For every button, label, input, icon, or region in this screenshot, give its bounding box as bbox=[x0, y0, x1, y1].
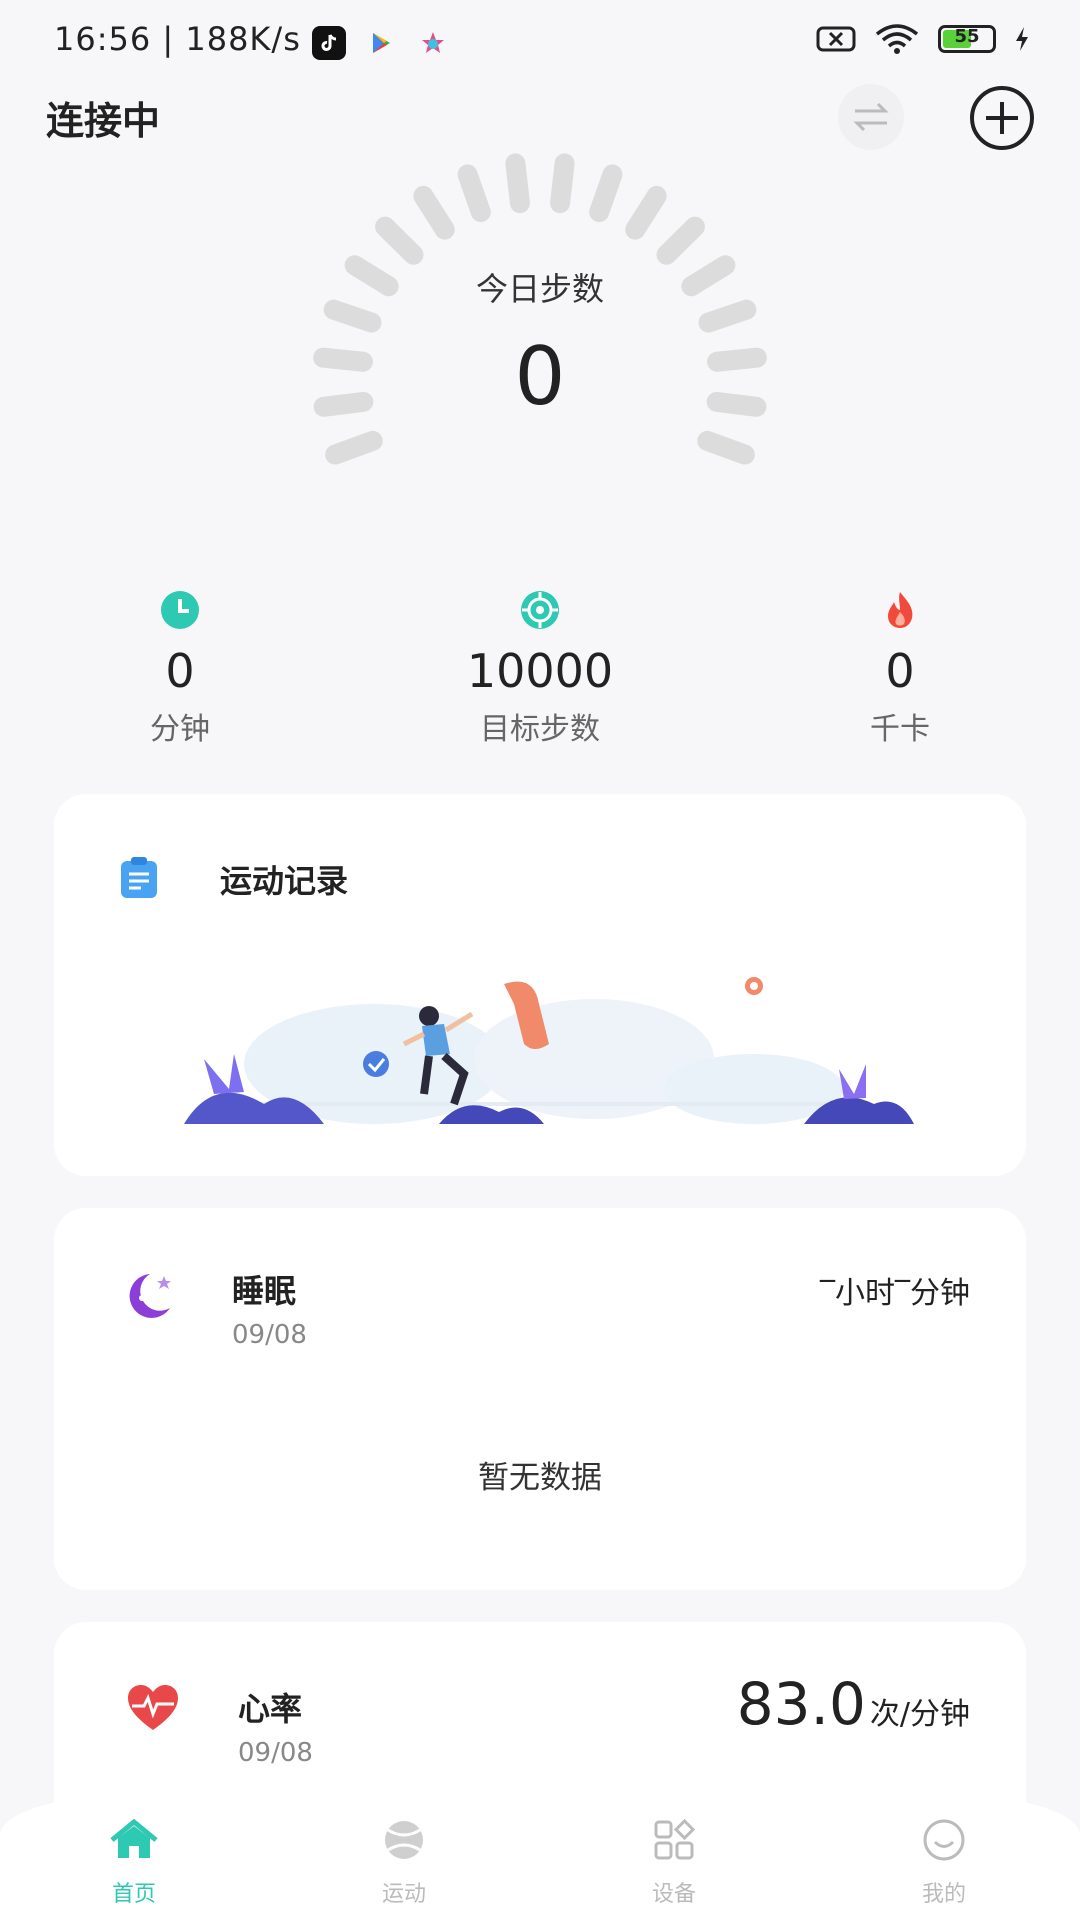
status-bar: 16:56 | 188K/s 55 bbox=[0, 0, 1080, 84]
gauge-tick bbox=[323, 299, 382, 333]
status-time: 16:56 | 188K/s bbox=[54, 20, 301, 58]
moon-icon bbox=[129, 1274, 171, 1318]
exercise-illustration bbox=[184, 977, 914, 1124]
gauge-tick bbox=[457, 164, 491, 223]
gauge-tick bbox=[375, 216, 424, 265]
ball-icon bbox=[385, 1821, 423, 1859]
flame-icon bbox=[888, 592, 913, 628]
swap-icon bbox=[853, 102, 889, 132]
play-store-icon bbox=[364, 26, 398, 60]
heart-rate-value: 83.0 bbox=[736, 1670, 866, 1738]
sleep-card[interactable]: 睡眠 09/08 ‾小时‾分钟 暂无数据 bbox=[54, 1208, 1026, 1590]
illustration-leaves-left bbox=[204, 1054, 244, 1094]
gauge-tick bbox=[625, 185, 667, 240]
sleep-date: 09/08 bbox=[232, 1320, 307, 1350]
heart-rate-reading: 83.0 次/分钟 bbox=[737, 1670, 970, 1738]
smile-icon bbox=[923, 1819, 965, 1861]
heart-rate-unit: 次/分钟 bbox=[869, 1697, 970, 1732]
steps-label: 今日步数 bbox=[475, 270, 604, 308]
gauge-tick bbox=[325, 430, 383, 465]
exercise-record-title: 运动记录 bbox=[220, 862, 349, 900]
illustration-pin-center bbox=[750, 982, 758, 990]
stat-calories: 0 千卡 bbox=[770, 590, 1030, 748]
bottom-tab-bar: 首页 运动 设备 我的 bbox=[0, 1796, 1080, 1920]
tab-device[interactable]: 设备 bbox=[594, 1818, 754, 1908]
add-device-button[interactable] bbox=[968, 84, 1036, 152]
tab-sport[interactable]: 运动 bbox=[324, 1818, 484, 1908]
connection-status-title: 连接中 bbox=[46, 99, 161, 143]
battery-icon: 55 bbox=[938, 25, 996, 53]
gauge-tick bbox=[413, 185, 455, 240]
clipboard-icon bbox=[121, 857, 157, 898]
exercise-record-card[interactable]: 运动记录 bbox=[54, 794, 1026, 1176]
tab-home[interactable]: 首页 bbox=[54, 1818, 214, 1908]
illustration-ground bbox=[214, 1102, 864, 1106]
system-icons: 55 bbox=[816, 24, 1030, 54]
stat-goal-steps: 10000 目标步数 bbox=[410, 590, 670, 748]
illustration-person-head bbox=[419, 1006, 439, 1026]
gauge-tick bbox=[656, 216, 705, 265]
gauge-tick bbox=[505, 153, 530, 214]
grid-icon bbox=[654, 1818, 696, 1860]
notification-icons bbox=[312, 26, 450, 60]
tab-profile[interactable]: 我的 bbox=[864, 1818, 1024, 1908]
illustration-check-badge bbox=[363, 1051, 389, 1077]
no-sim-icon bbox=[816, 26, 856, 52]
clock-icon bbox=[161, 591, 199, 629]
heart-rate-date: 09/08 bbox=[238, 1738, 313, 1768]
switch-device-button[interactable] bbox=[838, 84, 904, 150]
heart-rate-title: 心率 bbox=[238, 1690, 303, 1728]
sleep-empty-message: 暂无数据 bbox=[478, 1460, 602, 1496]
sleep-duration: ‾小时‾分钟 bbox=[820, 1276, 970, 1311]
tiktok-icon bbox=[312, 26, 346, 60]
home-icon bbox=[110, 1818, 158, 1858]
wifi-icon bbox=[875, 24, 919, 54]
charging-icon bbox=[1016, 27, 1028, 51]
gauge-tick bbox=[589, 164, 623, 223]
stats-row: 0 分钟 10000 目标步数 0 千卡 bbox=[0, 590, 1080, 747]
gauge-tick bbox=[698, 299, 757, 333]
steps-value: 0 bbox=[514, 330, 566, 423]
sleep-title: 睡眠 bbox=[232, 1272, 297, 1310]
heart-icon bbox=[128, 1685, 178, 1730]
target-icon bbox=[521, 591, 559, 629]
stat-minutes: 0 分钟 bbox=[50, 590, 310, 748]
plus-circle-icon bbox=[970, 86, 1034, 150]
game-app-icon bbox=[416, 26, 450, 60]
gauge-tick bbox=[550, 153, 575, 214]
gauge-tick bbox=[697, 430, 755, 465]
